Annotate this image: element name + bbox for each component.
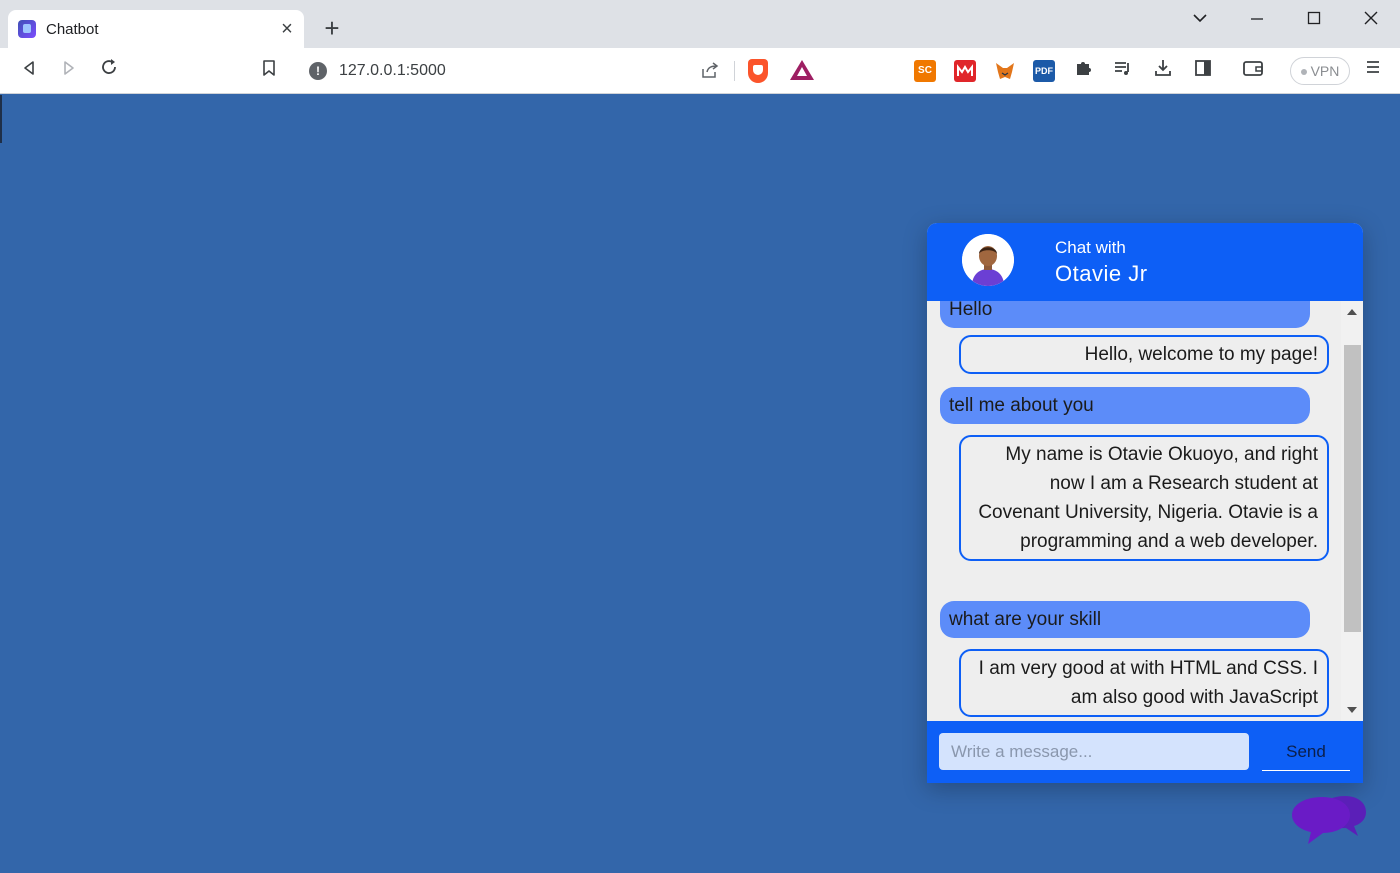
media-playlist-icon[interactable] — [1111, 58, 1135, 82]
tab-search-chevron-icon[interactable] — [1180, 8, 1220, 32]
reload-icon — [102, 59, 116, 74]
messages-list[interactable]: Hello Hello, welcome to my page! tell me… — [927, 301, 1341, 721]
chat-header-subtitle: Chat with — [1055, 238, 1126, 257]
sc-extension-icon[interactable]: SC — [914, 60, 936, 82]
browser-tab-strip: Chatbot × + — [0, 0, 1400, 48]
scroll-up-arrow-icon[interactable] — [1347, 309, 1357, 315]
person-avatar-icon — [962, 234, 1014, 286]
share-icon[interactable] — [700, 61, 720, 84]
messages-scrollbar[interactable] — [1341, 301, 1363, 721]
tab-title: Chatbot — [46, 20, 99, 38]
new-tab-button[interactable]: + — [318, 14, 346, 42]
user-message: tell me about you — [940, 387, 1310, 424]
bookmark-button[interactable] — [254, 56, 284, 86]
mega-extension-icon[interactable] — [954, 60, 976, 82]
chat-launcher-button[interactable] — [1290, 793, 1368, 855]
address-bar[interactable]: ! 127.0.0.1:5000 — [296, 53, 824, 89]
back-button[interactable] — [14, 56, 44, 86]
scroll-thumb[interactable] — [1344, 345, 1361, 632]
pdf-extension-icon[interactable]: PDF — [1033, 60, 1055, 82]
scroll-down-arrow-icon[interactable] — [1347, 707, 1357, 713]
user-message: what are your skill — [940, 601, 1310, 638]
extensions-puzzle-icon[interactable] — [1072, 58, 1096, 82]
chat-header: Chat with Otavie Jr — [927, 223, 1363, 301]
minimize-window-icon[interactable] — [1237, 8, 1277, 32]
back-arrow-icon — [24, 61, 34, 75]
chatbox: Chat with Otavie Jr Hello Hello, welcome… — [927, 223, 1363, 783]
window-edge — [0, 95, 2, 143]
sidebar-toggle-icon[interactable] — [1191, 58, 1215, 82]
vpn-label: VPN — [1310, 63, 1340, 79]
maximize-window-icon[interactable] — [1294, 8, 1334, 32]
browser-tab[interactable]: Chatbot × — [8, 10, 304, 48]
chat-footer: Send — [927, 721, 1363, 783]
url-text[interactable]: 127.0.0.1:5000 — [339, 62, 446, 80]
user-message: Hello — [940, 301, 1310, 328]
bot-message: Hello, welcome to my page! — [959, 335, 1329, 374]
address-bar-divider — [734, 61, 735, 81]
forward-button[interactable] — [54, 56, 84, 86]
bookmark-icon — [263, 60, 275, 76]
bot-message: My name is Otavie Okuoyo, and right now … — [959, 435, 1329, 561]
close-tab-icon[interactable]: × — [276, 18, 298, 40]
menu-hamburger-icon[interactable] — [1361, 58, 1385, 82]
avatar — [962, 234, 1014, 286]
send-button[interactable]: Send — [1262, 733, 1350, 771]
site-info-icon[interactable]: ! — [309, 62, 327, 80]
bot-message: I am very good at with HTML and CSS. I a… — [959, 649, 1329, 717]
message-input[interactable] — [939, 733, 1249, 770]
download-icon[interactable] — [1151, 58, 1175, 82]
browser-toolbar: ! 127.0.0.1:5000 SC PDF VPN — [0, 48, 1400, 94]
vpn-button[interactable]: VPN — [1290, 57, 1350, 85]
wallet-icon[interactable] — [1241, 58, 1265, 82]
brave-shields-icon[interactable] — [748, 59, 768, 83]
chat-header-name: Otavie Jr — [1055, 261, 1148, 286]
vpn-status-dot-icon — [1300, 69, 1307, 76]
forward-arrow-icon — [64, 61, 74, 75]
brave-rewards-icon[interactable] — [790, 60, 814, 80]
chat-bubbles-icon — [1292, 796, 1366, 844]
metamask-fox-icon[interactable] — [994, 60, 1016, 82]
close-window-icon[interactable] — [1351, 8, 1391, 32]
reload-button[interactable] — [94, 56, 124, 86]
chatbot-favicon-icon — [18, 20, 36, 38]
